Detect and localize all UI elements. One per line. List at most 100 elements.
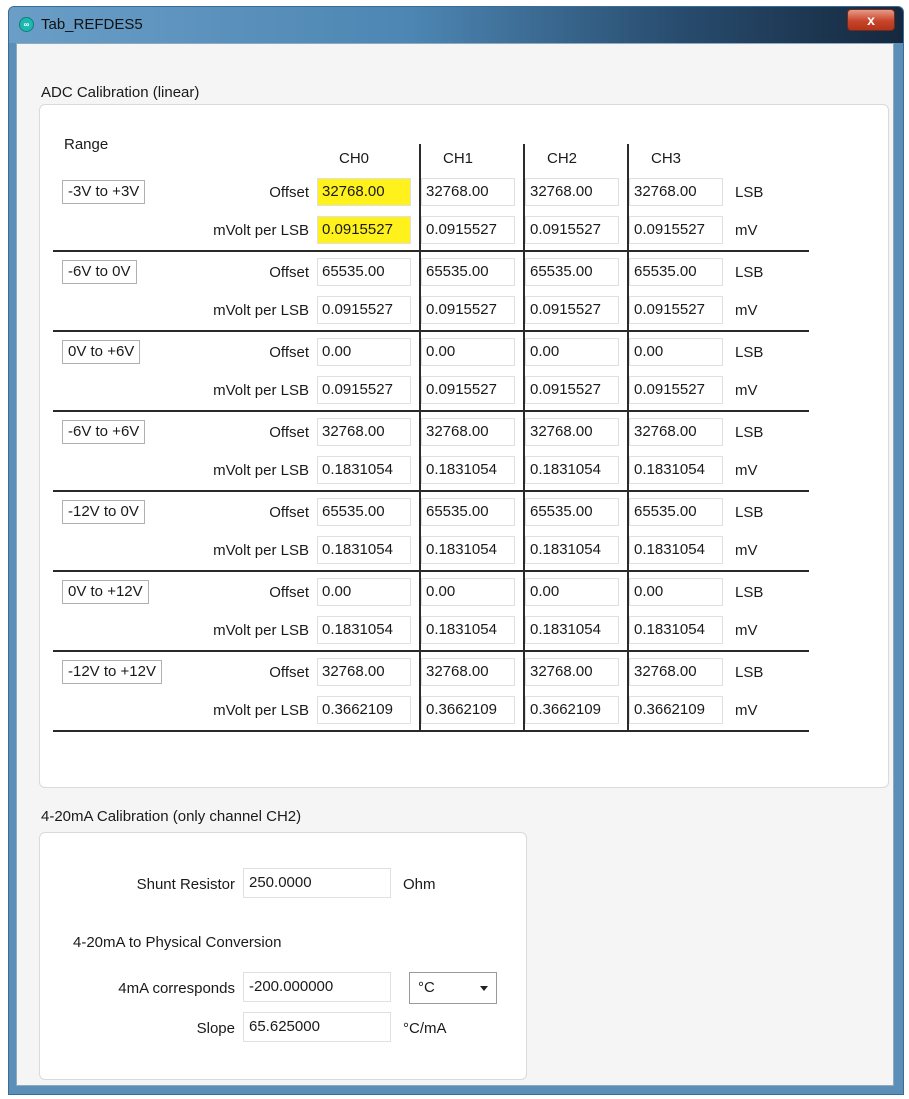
offset-label: Offset [269, 664, 309, 681]
channel-header-ch0: CH0 [339, 150, 370, 167]
mvolt-field-ch0[interactable]: 0.1831054 [317, 536, 411, 564]
offset-field-ch2[interactable]: 32768.00 [525, 658, 619, 686]
shunt-resistor-label: Shunt Resistor [136, 876, 235, 893]
range-label-2: 0V to +6V [62, 340, 141, 364]
close-button[interactable]: x [847, 9, 895, 31]
mvolt-field-ch1[interactable]: 0.1831054 [421, 536, 515, 564]
offset-field-ch1[interactable]: 65535.00 [421, 258, 515, 286]
mvolt-field-ch1[interactable]: 0.1831054 [421, 456, 515, 484]
offset-field-ch3[interactable]: 32768.00 [629, 658, 723, 686]
mvolt-field-ch2[interactable]: 0.0915527 [525, 216, 619, 244]
mvolt-field-ch3[interactable]: 0.0915527 [629, 296, 723, 324]
offset-field-ch0[interactable]: 0.00 [317, 338, 411, 366]
offset-field-ch1[interactable]: 0.00 [421, 338, 515, 366]
corresponds-label: 4mA corresponds [118, 980, 235, 997]
range-label-5: 0V to +12V [62, 580, 149, 604]
mvolt-field-ch0[interactable]: 0.3662109 [317, 696, 411, 724]
offset-field-ch0[interactable]: 0.00 [317, 578, 411, 606]
offset-label: Offset [269, 344, 309, 361]
channel-header-ch2: CH2 [547, 150, 578, 167]
offset-field-ch3[interactable]: 0.00 [629, 578, 723, 606]
mvolt-unit-label: mV [735, 622, 758, 639]
mvolt-field-ch3[interactable]: 0.0915527 [629, 376, 723, 404]
mvolt-field-ch3[interactable]: 0.1831054 [629, 616, 723, 644]
offset-field-ch3[interactable]: 65535.00 [629, 258, 723, 286]
offset-field-ch3[interactable]: 65535.00 [629, 498, 723, 526]
mvolt-field-ch2[interactable]: 0.1831054 [525, 456, 619, 484]
mvolt-field-ch2[interactable]: 0.0915527 [525, 376, 619, 404]
range-label-1: -6V to 0V [62, 260, 137, 284]
offset-field-ch2[interactable]: 65535.00 [525, 258, 619, 286]
mvolt-field-ch0[interactable]: 0.0915527 [317, 376, 411, 404]
offset-unit-label: LSB [735, 584, 764, 601]
offset-field-ch1[interactable]: 32768.00 [421, 658, 515, 686]
offset-field-ch0[interactable]: 65535.00 [317, 258, 411, 286]
offset-field-ch1[interactable]: 32768.00 [421, 418, 515, 446]
mvolt-field-ch1[interactable]: 0.0915527 [421, 216, 515, 244]
mvolt-field-ch2[interactable]: 0.3662109 [525, 696, 619, 724]
range-header: Range [64, 136, 109, 153]
row-divider [53, 250, 809, 252]
offset-field-ch0[interactable]: 32768.00 [317, 178, 411, 206]
unit-select-value: °C [418, 979, 435, 996]
row-divider [53, 650, 809, 652]
mvolt-per-lsb-label: mVolt per LSB [213, 542, 309, 559]
offset-field-ch0[interactable]: 65535.00 [317, 498, 411, 526]
unit-select[interactable]: °C [409, 972, 497, 1004]
offset-field-ch3[interactable]: 32768.00 [629, 178, 723, 206]
mvolt-per-lsb-label: mVolt per LSB [213, 622, 309, 639]
offset-unit-label: LSB [735, 504, 764, 521]
app-icon: ∞ [19, 17, 34, 32]
offset-field-ch2[interactable]: 32768.00 [525, 178, 619, 206]
slope-unit-label: °C/mA [403, 1020, 447, 1037]
offset-field-ch1[interactable]: 65535.00 [421, 498, 515, 526]
mvolt-field-ch2[interactable]: 0.0915527 [525, 296, 619, 324]
mvolt-field-ch1[interactable]: 0.1831054 [421, 616, 515, 644]
range-label-4: -12V to 0V [62, 500, 145, 524]
mvolt-field-ch0[interactable]: 0.1831054 [317, 456, 411, 484]
offset-unit-label: LSB [735, 424, 764, 441]
mvolt-field-ch1[interactable]: 0.0915527 [421, 376, 515, 404]
mvolt-field-ch3[interactable]: 0.1831054 [629, 536, 723, 564]
title-bar[interactable]: ∞ Tab_REFDES5 x [9, 7, 903, 43]
offset-unit-label: LSB [735, 344, 764, 361]
mvolt-field-ch2[interactable]: 0.1831054 [525, 536, 619, 564]
row-divider [53, 410, 809, 412]
app-window: ∞ Tab_REFDES5 x ADC Calibration (linear)… [8, 6, 904, 1095]
ma-group-title: 4-20mA Calibration (only channel CH2) [41, 808, 302, 825]
offset-field-ch1[interactable]: 32768.00 [421, 178, 515, 206]
corresponds-field[interactable]: -200.000000 [243, 972, 391, 1002]
mvolt-field-ch2[interactable]: 0.1831054 [525, 616, 619, 644]
mvolt-field-ch1[interactable]: 0.3662109 [421, 696, 515, 724]
offset-field-ch0[interactable]: 32768.00 [317, 658, 411, 686]
mvolt-field-ch0[interactable]: 0.1831054 [317, 616, 411, 644]
channel-header-ch1: CH1 [443, 150, 474, 167]
offset-field-ch2[interactable]: 0.00 [525, 338, 619, 366]
mvolt-field-ch3[interactable]: 0.0915527 [629, 216, 723, 244]
mvolt-unit-label: mV [735, 702, 758, 719]
slope-field[interactable]: 65.625000 [243, 1012, 391, 1042]
mvolt-field-ch0[interactable]: 0.0915527 [317, 296, 411, 324]
offset-field-ch2[interactable]: 0.00 [525, 578, 619, 606]
mvolt-field-ch3[interactable]: 0.3662109 [629, 696, 723, 724]
mvolt-field-ch1[interactable]: 0.0915527 [421, 296, 515, 324]
offset-label: Offset [269, 504, 309, 521]
offset-label: Offset [269, 424, 309, 441]
offset-unit-label: LSB [735, 664, 764, 681]
mvolt-field-ch0[interactable]: 0.0915527 [317, 216, 411, 244]
offset-field-ch2[interactable]: 65535.00 [525, 498, 619, 526]
mvolt-field-ch3[interactable]: 0.1831054 [629, 456, 723, 484]
offset-field-ch3[interactable]: 0.00 [629, 338, 723, 366]
shunt-unit-label: Ohm [403, 876, 436, 893]
row-divider [53, 730, 809, 732]
offset-field-ch3[interactable]: 32768.00 [629, 418, 723, 446]
offset-label: Offset [269, 184, 309, 201]
offset-field-ch2[interactable]: 32768.00 [525, 418, 619, 446]
mvolt-per-lsb-label: mVolt per LSB [213, 222, 309, 239]
slope-label: Slope [196, 1020, 235, 1037]
shunt-resistor-field[interactable]: 250.0000 [243, 868, 391, 898]
offset-field-ch0[interactable]: 32768.00 [317, 418, 411, 446]
mvolt-per-lsb-label: mVolt per LSB [213, 462, 309, 479]
mvolt-per-lsb-label: mVolt per LSB [213, 702, 309, 719]
offset-field-ch1[interactable]: 0.00 [421, 578, 515, 606]
